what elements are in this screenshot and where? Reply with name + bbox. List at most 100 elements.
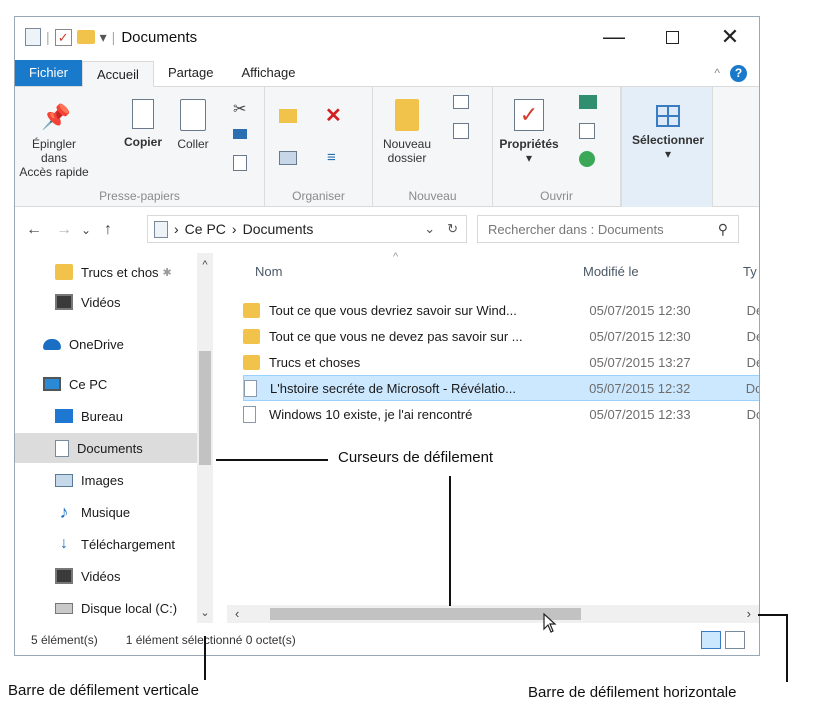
nav-item-videos-2[interactable]: Vidéos — [15, 561, 197, 591]
properties-quick-icon[interactable] — [25, 28, 41, 46]
breadcrumb-ce-pc[interactable]: Ce PC — [185, 221, 226, 237]
back-button[interactable]: ← — [23, 221, 45, 239]
nav-item-videos[interactable]: Vidéos — [15, 287, 197, 317]
nav-item-bureau[interactable]: Bureau — [15, 401, 197, 431]
forward-button[interactable]: → — [53, 221, 75, 239]
nav-item-disque-local[interactable]: Disque local (C:) — [15, 593, 197, 623]
tab-affichage[interactable]: Affichage — [227, 60, 309, 86]
nav-item-telechargement[interactable]: ↓ Téléchargement — [15, 529, 197, 559]
table-row[interactable]: Windows 10 existe, je l'ai rencontré 05/… — [243, 401, 759, 427]
column-header-modifie[interactable]: Modifié le — [583, 253, 639, 289]
history-icon[interactable] — [579, 151, 595, 167]
help-icon[interactable]: ? — [730, 64, 747, 82]
callout-line-cursors-h — [216, 459, 328, 461]
nav-item-musique[interactable]: ♪ Musique — [15, 497, 197, 527]
rename-icon[interactable]: ≡ — [327, 149, 336, 166]
properties-icon: ✓ — [514, 99, 544, 131]
scroll-up-arrow[interactable]: ^ — [197, 259, 213, 271]
maximize-button[interactable] — [643, 17, 701, 57]
group-organiser: ✕ ≡ Organiser — [265, 87, 373, 207]
pc-icon — [43, 377, 61, 391]
cut-icon[interactable]: ✂ — [233, 99, 246, 119]
column-header-type[interactable]: Ty — [743, 253, 757, 289]
table-row[interactable]: Tout ce que vous ne devez pas savoir sur… — [243, 323, 759, 349]
column-header-nom[interactable]: Nom — [255, 253, 282, 289]
vertical-scroll-thumb[interactable] — [199, 351, 211, 465]
refresh-icon[interactable]: ↻ — [447, 221, 458, 237]
table-row-selected[interactable]: L'hstoire secréte de Microsoft - Révélat… — [243, 375, 759, 401]
breadcrumb-documents[interactable]: Documents — [243, 221, 314, 237]
scroll-left-arrow[interactable]: ‹ — [235, 605, 239, 623]
selection-info: 1 élément sélectionné 0 octet(s) — [125, 633, 296, 647]
collapse-ribbon-icon[interactable]: ^ — [714, 66, 720, 80]
new-folder-icon — [395, 99, 419, 131]
window-title: Documents — [121, 28, 198, 46]
paste-shortcut-icon[interactable] — [233, 155, 247, 171]
horizontal-scrollbar[interactable]: ‹ › — [227, 605, 759, 623]
horizontal-scroll-thumb[interactable] — [270, 608, 582, 620]
pin-quick-access-button[interactable]: 📌 Épingler dans Accès rapide — [19, 105, 89, 180]
easy-access-icon[interactable] — [453, 123, 469, 139]
breadcrumb-sep-2: › — [231, 221, 237, 237]
row-date: 05/07/2015 12:32 — [589, 380, 691, 396]
row-name: Tout ce que vous devriez savoir sur Wind… — [269, 302, 517, 318]
new-folder-quick-icon[interactable] — [76, 30, 95, 44]
table-row[interactable]: Tout ce que vous devriez savoir sur Wind… — [243, 297, 759, 323]
close-button[interactable]: ✕ — [701, 17, 759, 57]
details-view-icon[interactable] — [701, 631, 721, 649]
vertical-scrollbar[interactable]: ^ ⌄ — [197, 253, 213, 623]
nav-item-onedrive[interactable]: OneDrive — [15, 329, 197, 359]
recent-locations-button[interactable]: ⌄ — [75, 223, 97, 237]
new-folder-button[interactable]: Nouveau dossier — [377, 99, 437, 165]
checkmark-quick-icon[interactable]: ✓ — [54, 28, 72, 46]
qa-dropdown-icon[interactable]: ▾ — [100, 29, 107, 46]
large-icons-view-icon[interactable] — [725, 631, 745, 649]
tab-partage[interactable]: Partage — [154, 60, 228, 86]
scroll-down-arrow[interactable]: ⌄ — [197, 606, 213, 619]
row-date: 05/07/2015 12:30 — [589, 302, 691, 318]
copy-path-icon[interactable] — [233, 129, 247, 139]
documents-icon — [55, 439, 69, 457]
nav-item-label: Téléchargement — [81, 536, 175, 552]
address-bar[interactable]: › Ce PC › Documents ⌄ ↻ — [147, 215, 467, 243]
documents-location-icon — [154, 220, 168, 238]
move-to-icon[interactable] — [279, 109, 297, 123]
select-button[interactable]: Sélectionner ▾ — [624, 105, 712, 161]
minimize-button[interactable]: — — [585, 17, 643, 57]
folder-icon — [243, 302, 260, 318]
nav-item-trucs-et-choses[interactable]: Trucs et chos ✱ — [15, 257, 197, 287]
search-icon[interactable]: ⚲ — [718, 221, 728, 238]
address-dropdown-icon[interactable]: ⌄ — [424, 221, 435, 237]
paste-button[interactable]: Coller — [173, 99, 213, 151]
new-item-icon[interactable] — [453, 95, 469, 109]
document-icon — [243, 405, 256, 423]
nav-item-label: Disque local (C:) — [81, 600, 178, 616]
video-icon — [55, 568, 73, 584]
row-date: 05/07/2015 13:27 — [589, 354, 691, 370]
callout-vertical-scrollbar: Barre de défilement verticale — [8, 682, 199, 699]
maximize-icon — [665, 30, 679, 44]
nav-item-ce-pc[interactable]: Ce PC — [15, 369, 197, 399]
select-dropdown-icon: ▾ — [664, 147, 672, 161]
tab-fichier[interactable]: Fichier — [15, 60, 83, 86]
up-button[interactable]: ↑ — [97, 221, 119, 239]
scroll-right-arrow[interactable]: › — [747, 605, 751, 623]
group-label-nouveau: Nouveau — [408, 189, 457, 203]
open-icon[interactable] — [579, 95, 597, 109]
tab-accueil[interactable]: Accueil — [82, 61, 154, 87]
edit-icon[interactable] — [579, 123, 595, 139]
paste-icon — [180, 99, 206, 131]
search-input[interactable]: Rechercher dans : Documents ⚲ — [477, 215, 739, 243]
nav-item-documents[interactable]: Documents — [15, 433, 197, 463]
row-name: Trucs et choses — [269, 354, 361, 370]
properties-button[interactable]: ✓ Propriétés ▾ — [493, 99, 565, 165]
delete-icon[interactable]: ✕ — [325, 103, 342, 128]
title-bar: | ✓ ▾ | Documents — ✕ — [15, 17, 759, 57]
copy-button[interactable]: Copier — [123, 99, 163, 149]
callout-line-cursors-v — [449, 476, 451, 606]
nav-item-images[interactable]: Images — [15, 465, 197, 495]
copy-to-icon[interactable] — [279, 151, 297, 165]
quick-access-toolbar: | ✓ ▾ | — [15, 28, 115, 46]
group-selectionner: Sélectionner ▾ — [621, 87, 713, 207]
table-row[interactable]: Trucs et choses 05/07/2015 13:27 De — [243, 349, 759, 375]
